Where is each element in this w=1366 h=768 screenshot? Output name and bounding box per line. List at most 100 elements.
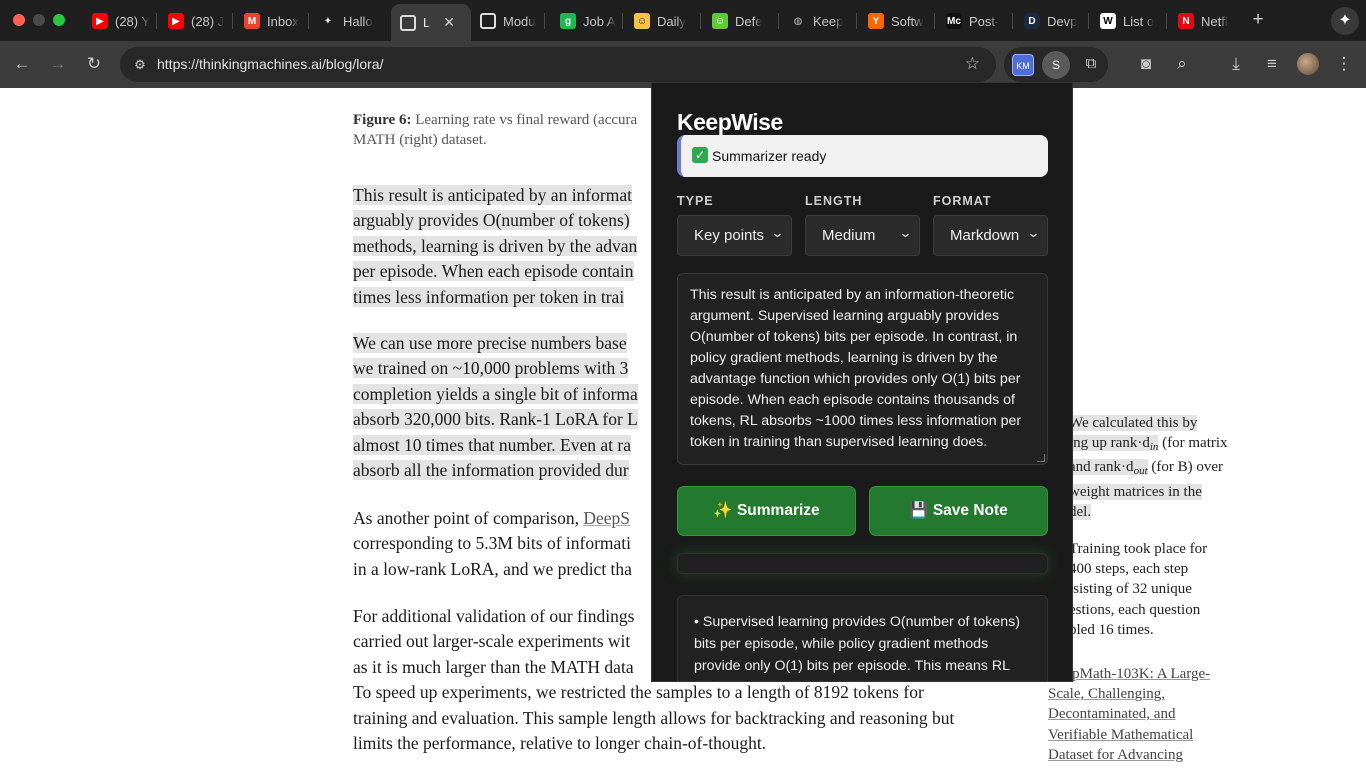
profile-extension-button[interactable]: S (1042, 51, 1070, 79)
paragraph-line: carried out larger-scale experiments wit (353, 631, 631, 652)
reference-link[interactable]: Dataset for Advancing (1048, 747, 1183, 763)
summary-output[interactable]: • Supervised learning provides O(number … (677, 595, 1048, 681)
window-maximize-button[interactable] (53, 14, 65, 26)
tab-7[interactable]: g Job A (551, 8, 621, 34)
reference-link[interactable]: Verifiable Mathematical (1048, 727, 1193, 743)
paragraph-line: as it is much larger than the MATH data (353, 656, 634, 677)
tab-separator (1088, 13, 1089, 29)
chevron-down-icon: ⌄ (898, 225, 913, 240)
keepwise-extension-icon[interactable]: KM (1012, 54, 1034, 76)
paragraph-text: As another point of comparison, (353, 508, 579, 528)
paragraph-line: For additional validation of our finding… (353, 606, 635, 626)
deepseek-link[interactable]: DeepS (583, 508, 630, 528)
sparkle-icon: ✦ (323, 15, 333, 27)
bookmark-star-icon[interactable]: ☆ (965, 54, 980, 74)
sidenote-line: (for B) over (1147, 459, 1224, 476)
tab-separator (856, 13, 857, 29)
sidenote-line: estions, each question (1069, 601, 1201, 618)
tab-separator (1012, 13, 1013, 29)
window-minimize-button[interactable] (33, 14, 45, 26)
extensions-puzzle-icon[interactable]: ⧉ (1080, 53, 1102, 75)
paragraph-line: per episode. When each episode contain (353, 261, 634, 282)
tab-title: Post- (969, 13, 1000, 29)
sidenote-line: (for matrix (1158, 435, 1228, 452)
tab-title: L (423, 15, 431, 30)
caption-text: Learning rate vs final reward (accura (415, 112, 638, 128)
type-select[interactable]: Key points ⌄ (677, 215, 792, 256)
tab-14[interactable]: W List o (1091, 8, 1165, 34)
window-close-button[interactable] (13, 14, 25, 26)
media-controls-icon[interactable]: ≡ (1259, 51, 1285, 77)
progress-bar (677, 553, 1048, 574)
emoji-icon: ☺ (712, 13, 728, 29)
tab-5[interactable]: L ✕ (391, 4, 471, 41)
type-label: TYPE (677, 194, 714, 208)
job-icon: g (560, 13, 576, 29)
sidenote-line: pled 16 times. (1069, 621, 1154, 638)
lens-search-icon[interactable]: ⌕ (1169, 51, 1195, 77)
tab-8[interactable]: ☺ Daily (625, 8, 699, 34)
browser-toolbar: ← → ↻ ⚙ https://thinkingmachines.ai/blog… (0, 41, 1366, 88)
tab-title: Softw (891, 13, 924, 29)
tab-13[interactable]: D Devp (1015, 8, 1087, 34)
close-tab-icon[interactable]: ✕ (443, 14, 455, 31)
page-icon (480, 13, 496, 29)
paragraph-line: limits the performance, relative to long… (353, 733, 767, 754)
paragraph-line: we trained on ~10,000 problems with 3 (353, 358, 629, 379)
tab-title: Keep (813, 13, 844, 29)
tab-title: Daily (657, 13, 686, 29)
download-icon[interactable]: ⤓ (1223, 51, 1249, 77)
length-select[interactable]: Medium ⌄ (805, 215, 920, 256)
resize-grip-icon[interactable] (1037, 454, 1045, 462)
gemini-icon[interactable]: ✦ (1331, 7, 1359, 35)
reload-button[interactable]: ↻ (81, 51, 107, 77)
page-icon (400, 14, 416, 31)
screenshot-icon[interactable]: ◙ (1133, 51, 1159, 77)
tab-title: Devp (1047, 13, 1078, 29)
tab-separator (156, 13, 157, 29)
profile-avatar[interactable] (1297, 53, 1319, 75)
tab-4[interactable]: ✦ Hallo (311, 8, 383, 34)
save-note-button[interactable]: 💾 Save Note (869, 486, 1048, 536)
input-text-area[interactable]: This result is anticipated by an informa… (677, 273, 1048, 465)
forward-button[interactable]: → (45, 51, 71, 77)
tab-3[interactable]: M Inbox (235, 8, 307, 34)
sidenote-line: isisting of 32 unique (1069, 581, 1192, 598)
tab-title: Modu (503, 13, 536, 29)
paragraph-line: methods, learning is driven by the advan (353, 235, 638, 256)
status-text: Summarizer ready (712, 148, 827, 164)
address-bar[interactable]: ⚙ https://thinkingmachines.ai/blog/lora/… (120, 47, 996, 82)
tab-6[interactable]: Modu (471, 8, 543, 34)
emoji-icon: ☺ (634, 13, 650, 29)
tab-1[interactable]: ▶ (28) Y (83, 8, 155, 34)
keepwise-popup: KeepWise ✓ Summarizer ready TYPE LENGTH … (651, 82, 1073, 682)
site-settings-icon[interactable]: ⚙ (130, 55, 150, 75)
mc-icon: Mc (946, 13, 962, 29)
sidenote-line: weight matrices in the (1069, 483, 1202, 500)
tab-15[interactable]: N Netfl (1169, 8, 1241, 34)
reference-link[interactable]: Scale, Challenging, (1048, 686, 1165, 702)
chevron-down-icon: ⌄ (1026, 225, 1041, 240)
tab-10[interactable]: ◍ Keep (781, 8, 855, 34)
back-button[interactable]: ← (9, 51, 35, 77)
sidenote-line: ing up rank·d (1069, 435, 1150, 452)
url-text[interactable]: https://thinkingmachines.ai/blog/lora/ (157, 56, 383, 72)
netflix-icon: N (1178, 13, 1194, 29)
menu-kebab-icon[interactable]: ⋮ (1331, 51, 1357, 77)
paragraph-line: training and evaluation. This sample len… (353, 707, 955, 728)
tab-2[interactable]: ▶ (28) J (159, 8, 231, 34)
tab-strip: ▶ (28) Y ▶ (28) J M Inbox ✦ Hallo L ✕ Modu g Job A ☺ D… (0, 0, 1366, 41)
tab-11[interactable]: Y Softw (859, 8, 933, 34)
tab-separator (778, 13, 779, 29)
length-select-value: Medium (822, 227, 876, 244)
tab-12[interactable]: Mc Post- (937, 8, 1011, 34)
reference-link[interactable]: Decontaminated, and (1048, 706, 1175, 722)
new-tab-button[interactable]: + (1248, 10, 1268, 30)
gmail-icon: M (244, 13, 260, 29)
tab-9[interactable]: ☺ Defe (703, 8, 777, 34)
paragraph-line: absorb all the information provided dur (353, 460, 629, 481)
format-select[interactable]: Markdown ⌄ (933, 215, 1048, 256)
summarize-button[interactable]: ✨ Summarize (677, 486, 856, 536)
status-banner: ✓ Summarizer ready (677, 135, 1048, 177)
caption-label: Figure 6: (353, 112, 412, 128)
